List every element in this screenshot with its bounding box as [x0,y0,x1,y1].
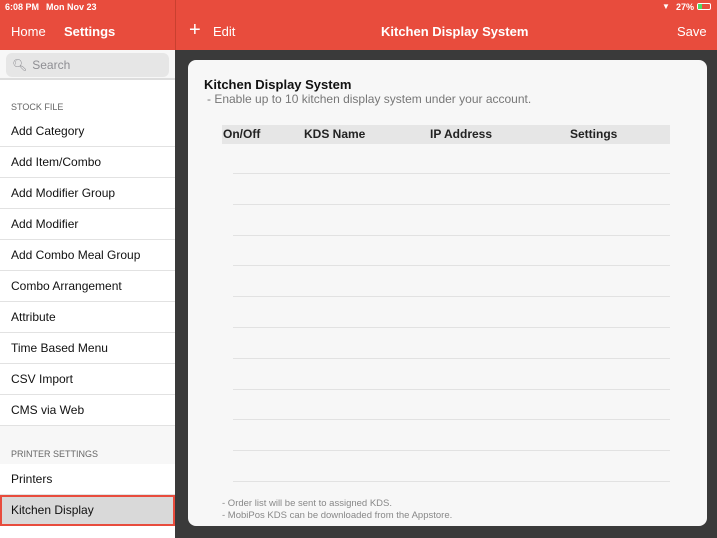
table-row-divider [233,419,670,421]
sidebar-item[interactable]: Add Combo Meal Group [0,240,175,271]
sidebar-item[interactable]: Add Modifier Group [0,178,175,209]
col-ip-address: IP Address [430,127,493,141]
save-button[interactable]: Save [677,24,707,39]
wifi-icon: ▼ [662,2,670,11]
divider [175,0,176,50]
add-icon[interactable]: + [189,19,201,42]
battery-icon [697,3,711,10]
table-row-divider [233,450,670,452]
note-2: - MobiPos KDS can be downloaded from the… [222,510,453,521]
table-row-divider [233,357,670,359]
edit-button[interactable]: Edit [213,24,235,39]
page-title: Kitchen Display System [381,24,529,39]
table-row-divider [233,388,670,390]
card-subtitle: - Enable up to 10 kitchen display system… [207,92,532,106]
battery-level: 27% [676,2,695,12]
col-kds-name: KDS Name [304,127,366,141]
table-row-divider [233,173,670,174]
section-printer-settings: PRINTER SETTINGS [0,426,175,464]
note-1: - Order list will be sent to assigned KD… [222,498,393,509]
sidebar-item[interactable]: Time Based Menu [0,333,175,364]
sidebar-item[interactable]: CMS via Web [0,395,175,426]
status-date: Mon Nov 23 [46,2,97,12]
table-row-divider [233,327,670,328]
sidebar-item[interactable]: Add Category [0,116,175,147]
search-icon: 🔍︎ [12,58,28,72]
table-row-divider [233,296,670,298]
table-row-divider [233,234,670,236]
table-row-divider [233,481,670,482]
sidebar-item-kitchen-display[interactable]: Kitchen Display [0,495,175,526]
sidebar-item[interactable]: CSV Import [0,364,175,395]
table-row-divider [233,203,670,205]
sidebar-item[interactable]: Combo Arrangement [0,271,175,302]
kds-card: Kitchen Display System - Enable up to 10… [188,60,707,526]
top-bar: 6:08 PM Mon Nov 23 ▼ 27% Home Settings +… [0,0,717,50]
settings-title: Settings [64,24,116,39]
col-on-off: On/Off [223,127,261,141]
table-row-divider [233,265,670,267]
sidebar-item-printers[interactable]: Printers [0,464,175,495]
table-header: On/Off KDS Name IP Address Settings [222,125,670,144]
home-button[interactable]: Home [11,24,46,39]
sidebar: 🔍︎ Search STOCK FILE Add Category Add Ite… [0,50,175,538]
status-time: 6:08 PM [5,2,40,12]
search-input[interactable]: 🔍︎ Search [6,53,169,77]
sidebar-item[interactable]: Add Modifier [0,209,175,240]
sidebar-item[interactable]: Add Item/Combo [0,147,175,178]
col-settings: Settings [570,127,618,141]
card-title: Kitchen Display System [204,77,352,92]
sidebar-item[interactable]: Attribute [0,302,175,333]
section-stock-file: STOCK FILE [11,102,64,112]
